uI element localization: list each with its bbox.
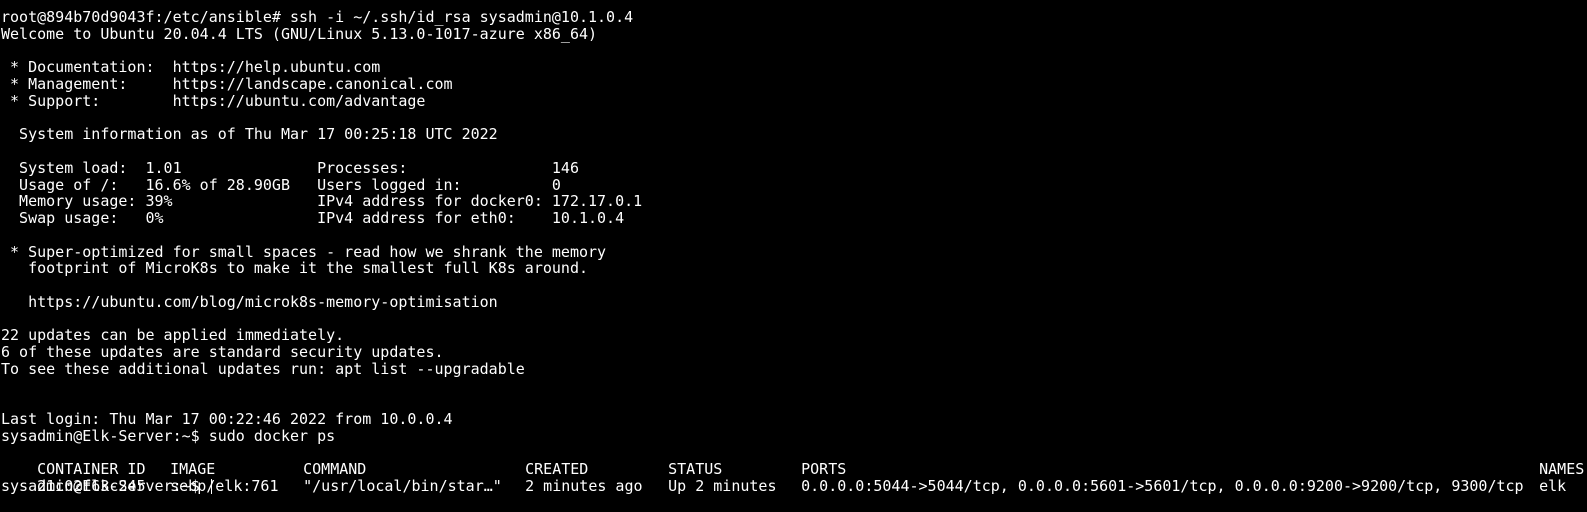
terminal-line: root@894b70d9043f:/etc/ansible# ssh -i ~… xyxy=(1,8,634,26)
terminal-line: To see these additional updates run: apt… xyxy=(1,359,525,378)
terminal-line: * Support: https://ubuntu.com/advantage xyxy=(1,91,426,110)
terminal-output: root@894b70d9043f:/etc/ansible# ssh -i ~… xyxy=(0,9,1587,445)
cell-command: "/usr/local/bin/star…" xyxy=(303,477,502,495)
terminal-line: Last login: Thu Mar 17 00:22:46 2022 fro… xyxy=(1,410,453,428)
terminal-line: Swap usage: 0% IPv4 address for eth0: 10… xyxy=(1,209,625,227)
terminal-line: System load: 1.01 Processes: 146 xyxy=(1,158,579,177)
header-image: IMAGE xyxy=(170,460,216,479)
terminal-line: Usage of /: 16.6% of 28.90GB Users logge… xyxy=(1,175,561,194)
terminal-line: * Documentation: https://help.ubuntu.com xyxy=(1,58,381,77)
terminal-line: 6 of these updates are standard security… xyxy=(1,343,444,361)
cell-status: Up 2 minutes xyxy=(668,477,777,495)
cell-created: 2 minutes ago xyxy=(525,477,643,495)
header-names: NAMES xyxy=(1539,460,1585,479)
terminal-line: Memory usage: 39% IPv4 address for docke… xyxy=(1,192,643,211)
header-created: CREATED xyxy=(525,460,589,479)
header-command: COMMAND xyxy=(303,460,367,479)
terminal-line: * Super-optimized for small spaces - rea… xyxy=(1,242,607,261)
terminal-line: footprint of MicroK8s to make it the sma… xyxy=(1,259,588,278)
terminal-line: https://ubuntu.com/blog/microk8s-memory-… xyxy=(1,292,498,311)
docker-table-header: CONTAINER ID IMAGE COMMAND CREATED STATUS POR… xyxy=(0,445,1587,478)
terminal-line: * Management: https://landscape.canonica… xyxy=(1,75,453,93)
header-status: STATUS xyxy=(668,460,723,479)
cell-ports: 0.0.0.0:5044->5044/tcp, 0.0.0.0:5601->56… xyxy=(801,477,1524,495)
cell-names: elk xyxy=(1539,477,1567,495)
header-ports: PORTS xyxy=(801,460,847,479)
terminal-line: sysadmin@Elk-Server:~$ sudo docker ps xyxy=(1,426,336,445)
shell-prompt: sysadmin@Elk-Server:~$ xyxy=(1,477,209,495)
terminal-line: 22 updates can be applied immediately. xyxy=(1,326,345,345)
header-container-id: CONTAINER ID xyxy=(37,460,146,479)
terminal-line: Welcome to Ubuntu 20.04.4 LTS (GNU/Linux… xyxy=(1,24,598,43)
text-cursor xyxy=(210,479,212,494)
terminal-line: System information as of Thu Mar 17 00:2… xyxy=(1,125,498,144)
terminal-window[interactable]: root@894b70d9043f:/etc/ansible# ssh -i ~… xyxy=(0,0,1587,501)
